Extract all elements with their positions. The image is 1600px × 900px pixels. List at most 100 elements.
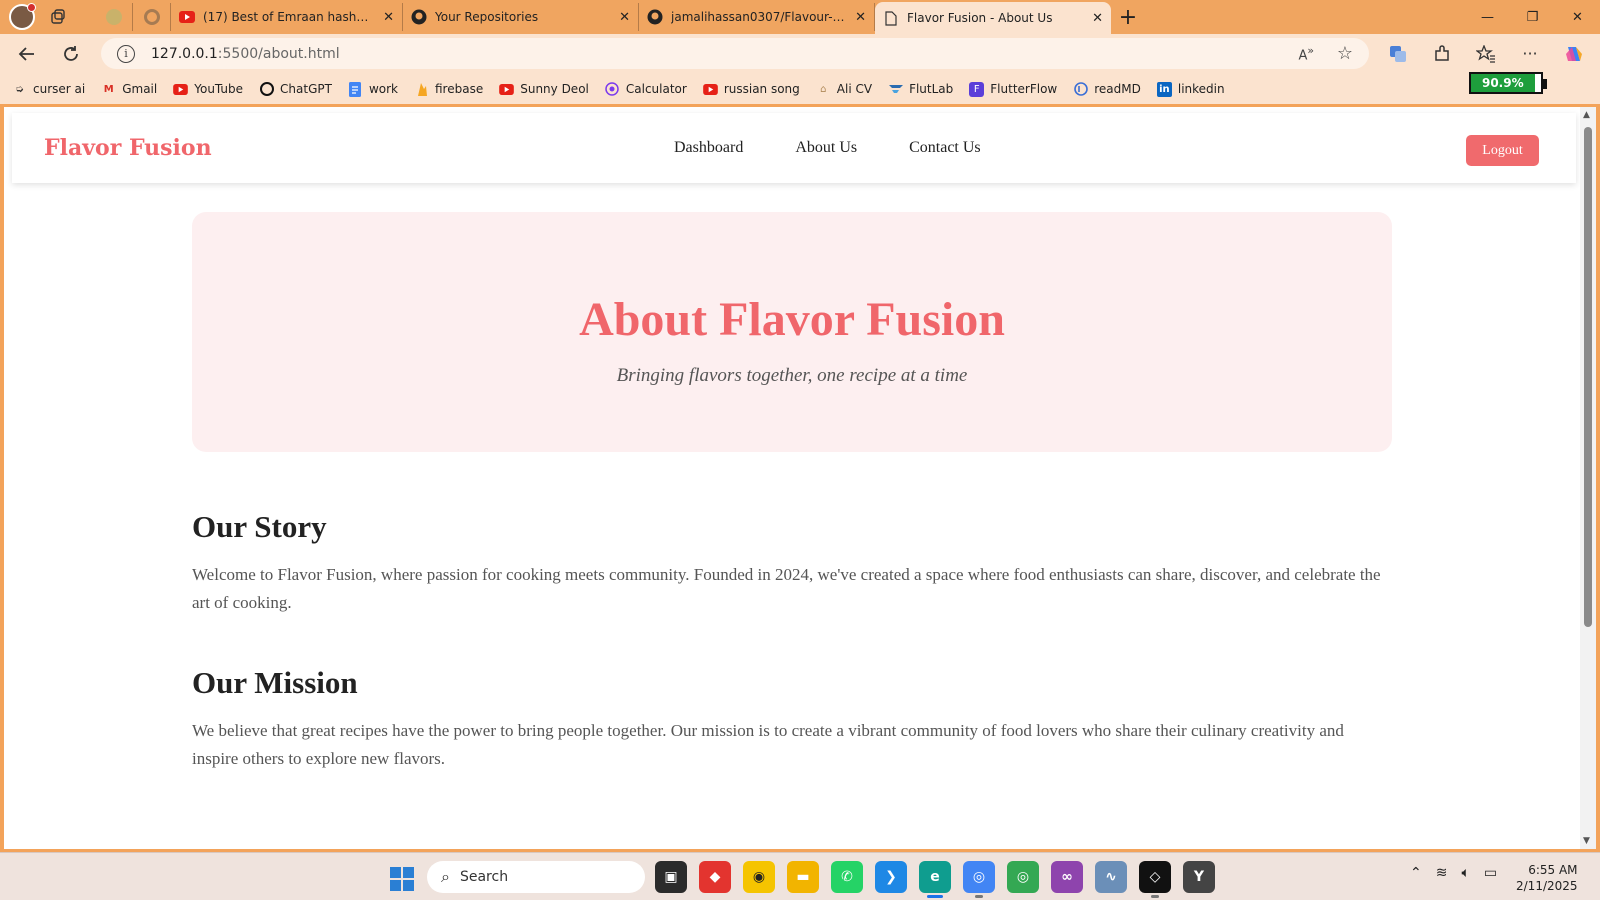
section-heading: Our Mission (192, 665, 358, 700)
pinned-tab-1[interactable] (95, 3, 133, 31)
battery-indicator: 90.9% (1469, 72, 1547, 94)
wifi-icon[interactable]: ≋ (1436, 865, 1448, 881)
tab-3[interactable]: jamalihassan0307/Flavour-Fusion ✕ (639, 3, 875, 31)
more-menu-icon[interactable]: ··· (1508, 38, 1552, 69)
tab-title: jamalihassan0307/Flavour-Fusion (671, 10, 847, 24)
page-viewport: Flavor Fusion Dashboard About Us Contact… (4, 107, 1580, 849)
visual-studio-icon[interactable]: ∞ (1051, 861, 1083, 893)
bookmark-flutlab[interactable]: FlutLab (888, 82, 953, 97)
logout-button[interactable]: Logout (1466, 135, 1539, 166)
battery-icon[interactable]: ▭ (1484, 865, 1497, 881)
volume-icon[interactable]: 🔈︎ (1461, 865, 1469, 881)
minimize-icon[interactable]: — (1465, 0, 1510, 34)
bookmark-youtube[interactable]: YouTube (173, 82, 243, 97)
scroll-up-icon[interactable]: ▲ (1583, 110, 1590, 120)
scroll-down-icon[interactable]: ▼ (1583, 836, 1590, 846)
tab-1[interactable]: (17) Best of Emraan hashmi ( slow ✕ (171, 3, 403, 31)
taskbar-clock[interactable]: 6:55 AM 2/11/2025 (1516, 862, 1578, 894)
tab-active[interactable]: Flavor Fusion - About Us ✕ (875, 2, 1111, 34)
address-bar[interactable]: i 127.0.0.1:5500/about.html A» ☆ (101, 38, 1369, 69)
new-tab-button[interactable]: + (1111, 3, 1145, 31)
scrollbar-thumb[interactable] (1584, 127, 1592, 627)
firebase-icon (414, 82, 429, 97)
hero-banner: About Flavor Fusion Bringing flavors tog… (192, 212, 1392, 452)
close-tab-icon[interactable]: ✕ (619, 10, 630, 25)
terminal-icon[interactable]: ▣ (655, 861, 687, 893)
tab-title: (17) Best of Emraan hashmi ( slow (203, 10, 375, 24)
bookmark-linkedin[interactable]: in linkedin (1156, 81, 1225, 97)
close-tab-icon[interactable]: ✕ (1092, 11, 1103, 26)
nav-link-dashboard[interactable]: Dashboard (674, 139, 743, 157)
edge-icon[interactable]: e (919, 861, 951, 898)
profile-avatar[interactable] (9, 3, 36, 30)
nav-link-about-us[interactable]: About Us (795, 139, 857, 157)
back-button[interactable] (9, 38, 45, 70)
site-info-icon[interactable]: i (117, 44, 135, 63)
bookmark-curser-ai[interactable]: ➭ curser ai (12, 82, 85, 97)
bookmark-calculator[interactable]: Calculator (605, 82, 687, 97)
bookmark-firebase[interactable]: firebase (414, 82, 483, 97)
file-explorer-icon[interactable]: ▬ (787, 861, 819, 893)
nav-links: Dashboard About Us Contact Us (674, 139, 1033, 157)
section-body: Welcome to Flavor Fusion, where passion … (192, 565, 1381, 612)
bookmark-gmail[interactable]: M Gmail (101, 82, 158, 97)
copilot-icon[interactable] (1552, 38, 1596, 69)
bookmark-readmd[interactable]: readMD (1073, 82, 1141, 97)
performance-monitor-icon[interactable]: ∿ (1095, 861, 1127, 893)
hero-title: About Flavor Fusion (579, 293, 1005, 346)
cursor-app-icon[interactable]: ◇ (1139, 861, 1171, 898)
whatsapp-icon[interactable]: ✆ (831, 861, 863, 893)
docs-icon (348, 81, 363, 97)
cursor-icon: ➭ (15, 83, 24, 95)
taskbar-apps: ▣ ◆ ◉ ▬ ✆ ❯ e ◎ ◎ ∞ ∿ ◇ Y (655, 861, 1227, 898)
search-label: Search (459, 869, 509, 885)
translate-icon[interactable] (1376, 38, 1420, 69)
favorite-star-icon[interactable]: ☆ (1337, 43, 1353, 64)
refresh-button[interactable] (53, 38, 89, 70)
vscode-icon[interactable]: ❯ (875, 861, 907, 893)
bookmark-work[interactable]: work (348, 81, 398, 97)
tab-strip: (17) Best of Emraan hashmi ( slow ✕ Your… (0, 0, 1600, 34)
site-logo[interactable]: Flavor Fusion (44, 135, 212, 161)
hero-subtitle: Bringing flavors together, one recipe at… (616, 365, 968, 386)
clock-time: 6:55 AM (1528, 863, 1578, 877)
chrome-profile-icon[interactable]: ◎ (1007, 861, 1039, 893)
bookmark-flutterflow[interactable]: F FlutterFlow (969, 81, 1057, 97)
close-tab-icon[interactable]: ✕ (383, 10, 394, 25)
restore-icon[interactable]: ❐ (1510, 0, 1555, 34)
system-tray: ⌃ ≋ 🔈︎ ▭ (1410, 865, 1511, 881)
window-controls: — ❐ ✕ (1465, 0, 1600, 34)
toolbar: i 127.0.0.1:5500/about.html A» ☆ ··· (0, 34, 1600, 74)
chat-app-icon[interactable]: ◉ (743, 861, 775, 893)
workspaces-icon[interactable] (43, 3, 73, 31)
bookmark-sunny-deol[interactable]: Sunny Deol (499, 82, 589, 97)
youtube-icon (702, 82, 718, 97)
readmd-icon (1073, 82, 1088, 97)
section-heading: Our Story (192, 509, 327, 544)
extensions-icon[interactable] (1420, 38, 1464, 69)
favorites-icon[interactable] (1464, 38, 1508, 69)
chrome-icon[interactable]: ◎ (963, 861, 995, 898)
bookmark-chatgpt[interactable]: ChatGPT (259, 82, 332, 97)
page-scrollbar[interactable]: ▲ ▼ (1580, 107, 1596, 849)
chevron-up-icon[interactable]: ⌃ (1410, 865, 1422, 881)
flutterflow-icon: F (969, 81, 985, 97)
youtube-icon (173, 82, 189, 97)
taskbar-search[interactable]: ⌕ Search (427, 861, 645, 893)
chatgpt-icon (259, 82, 274, 97)
close-tab-icon[interactable]: ✕ (855, 10, 866, 25)
close-window-icon[interactable]: ✕ (1555, 0, 1600, 34)
nav-link-contact-us[interactable]: Contact Us (909, 139, 981, 157)
story-section: Our Story Welcome to Flavor Fusion, wher… (192, 509, 1392, 617)
windows-start-icon[interactable] (390, 867, 414, 891)
search-icon: ⌕ (441, 867, 450, 886)
bookmark-ali-cv[interactable]: ⌂ Ali CV (816, 82, 872, 97)
anydesk-icon[interactable]: ◆ (699, 861, 731, 893)
github-icon (647, 9, 663, 25)
yandex-icon[interactable]: Y (1183, 861, 1215, 893)
pinned-tab-2[interactable] (133, 3, 171, 31)
tab-2[interactable]: Your Repositories ✕ (403, 3, 639, 31)
bookmark-russian-song[interactable]: russian song (702, 82, 800, 97)
read-aloud-icon[interactable]: A» (1298, 44, 1314, 63)
clock-date: 2/11/2025 (1516, 879, 1578, 893)
